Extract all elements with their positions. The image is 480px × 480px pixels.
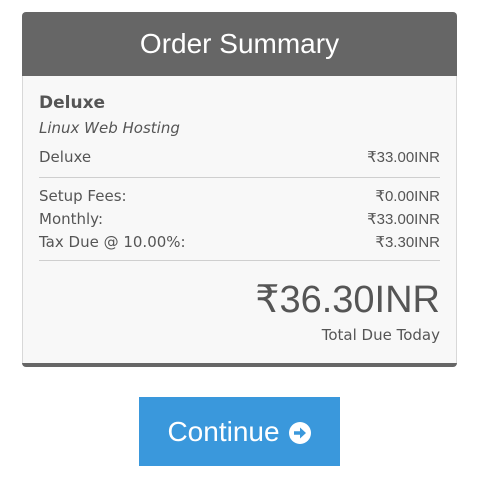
fee-amount: ₹33.00INR <box>367 211 440 228</box>
total-amount: ₹36.30INR <box>255 279 440 321</box>
product-line-amount: ₹33.00INR <box>367 149 440 166</box>
divider <box>39 177 440 178</box>
product-line-label: Deluxe <box>39 148 92 166</box>
fee-row-setup: Setup Fees: ₹0.00INR <box>39 187 440 205</box>
product-name: Deluxe <box>39 93 106 113</box>
fee-label: Tax Due @ 10.00%: <box>39 233 186 251</box>
total-label: Total Due Today <box>321 326 440 344</box>
order-summary-body: Deluxe Linux Web Hosting Deluxe ₹33.00IN… <box>22 76 457 363</box>
continue-button-label: Continue <box>167 415 280 447</box>
fee-label: Setup Fees: <box>39 187 127 205</box>
arrow-circle-right-icon <box>288 420 312 444</box>
product-line-row: Deluxe ₹33.00INR <box>39 148 440 166</box>
order-summary-panel: Order Summary Deluxe Linux Web Hosting D… <box>22 12 457 367</box>
fee-amount: ₹0.00INR <box>375 188 440 205</box>
fee-row-tax: Tax Due @ 10.00%: ₹3.30INR <box>39 233 440 251</box>
divider <box>39 260 440 261</box>
fee-row-monthly: Monthly: ₹33.00INR <box>39 210 440 228</box>
product-group: Linux Web Hosting <box>39 119 180 137</box>
fee-amount: ₹3.30INR <box>375 234 440 251</box>
fee-label: Monthly: <box>39 210 104 228</box>
order-summary-title: Order Summary <box>22 12 457 76</box>
continue-button[interactable]: Continue <box>139 397 340 466</box>
